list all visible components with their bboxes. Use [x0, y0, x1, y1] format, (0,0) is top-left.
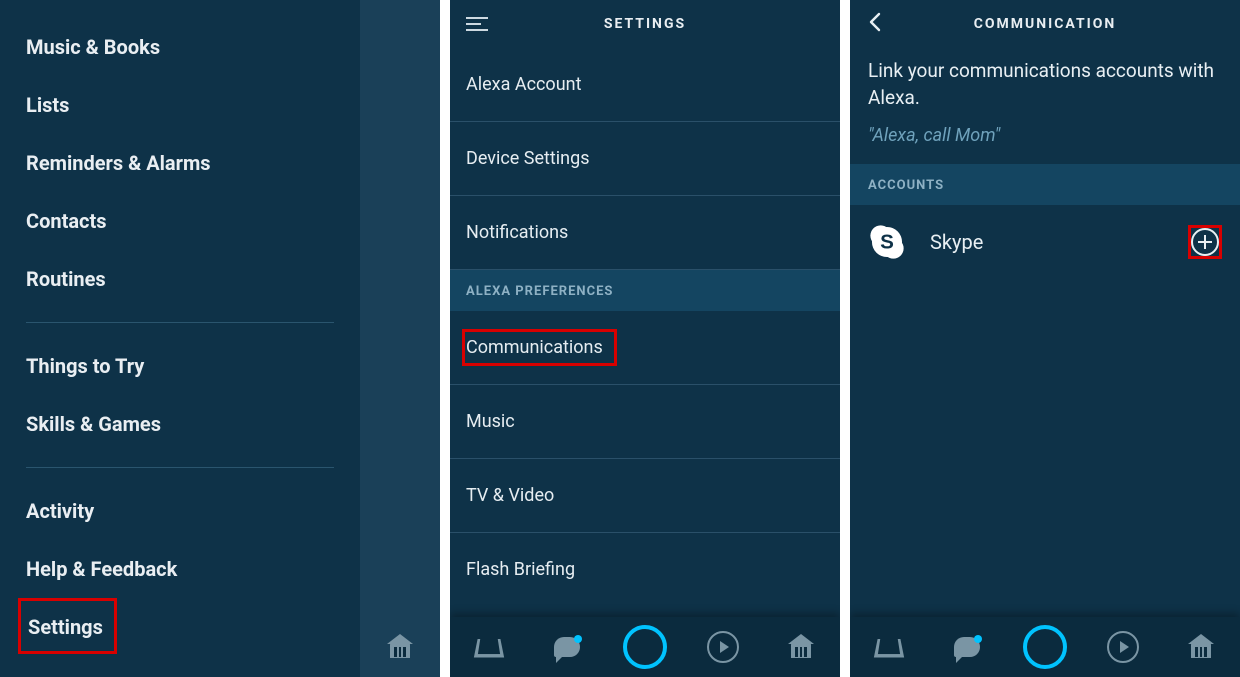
communication-header: COMMUNICATION	[850, 0, 1240, 48]
menu-divider	[26, 322, 334, 323]
tab-devices-icon[interactable]	[1176, 622, 1226, 672]
communication-intro: Link your communications accounts with A…	[850, 48, 1240, 115]
menu-things-to-try[interactable]: Things to Try	[0, 337, 360, 395]
menu-music-books[interactable]: Music & Books	[0, 18, 360, 76]
sidebar-main: Music & Books Lists Reminders & Alarms C…	[0, 0, 360, 677]
menu-settings[interactable]: Settings	[18, 598, 117, 654]
panel-communication: COMMUNICATION Link your communications a…	[850, 0, 1240, 677]
tab-play-icon[interactable]	[698, 622, 748, 672]
settings-header: SETTINGS	[450, 0, 840, 48]
account-name-label: Skype	[930, 230, 983, 254]
skype-icon: S	[868, 223, 906, 261]
settings-title: SETTINGS	[604, 16, 686, 32]
communication-example: "Alexa, call Mom"	[850, 115, 1240, 164]
bottom-tabbar	[850, 617, 1240, 677]
home-icon[interactable]	[387, 634, 413, 660]
tab-play-icon[interactable]	[1098, 622, 1148, 672]
row-notifications[interactable]: Notifications	[450, 196, 840, 270]
tab-chat-icon[interactable]	[542, 622, 592, 672]
tab-chat-icon[interactable]	[942, 622, 992, 672]
menu-skills-games[interactable]: Skills & Games	[0, 395, 360, 453]
communications-label: Communications	[462, 329, 617, 366]
bottom-tabbar	[450, 617, 840, 677]
tab-devices-icon[interactable]	[776, 622, 826, 672]
menu-contacts[interactable]: Contacts	[0, 192, 360, 250]
account-row-skype[interactable]: S Skype	[850, 205, 1240, 279]
panel-settings: SETTINGS Alexa Account Device Settings N…	[450, 0, 840, 677]
menu-routines[interactable]: Routines	[0, 250, 360, 308]
communication-title: COMMUNICATION	[974, 16, 1117, 32]
row-tv-video[interactable]: TV & Video	[450, 459, 840, 533]
hamburger-icon[interactable]	[466, 12, 490, 36]
menu-reminders-alarms[interactable]: Reminders & Alarms	[0, 134, 360, 192]
tab-home-icon[interactable]	[864, 622, 914, 672]
svg-text:S: S	[880, 231, 894, 254]
row-communications[interactable]: Communications	[450, 311, 840, 385]
tab-alexa-ring-icon[interactable]	[620, 622, 670, 672]
row-music[interactable]: Music	[450, 385, 840, 459]
section-alexa-preferences: ALEXA PREFERENCES	[450, 270, 840, 311]
plus-icon	[1191, 228, 1219, 256]
menu-help-feedback[interactable]: Help & Feedback	[0, 540, 360, 598]
row-device-settings[interactable]: Device Settings	[450, 122, 840, 196]
tab-home-icon[interactable]	[464, 622, 514, 672]
tab-alexa-ring-icon[interactable]	[1020, 622, 1070, 672]
back-chevron-icon[interactable]	[864, 10, 888, 34]
menu-lists[interactable]: Lists	[0, 76, 360, 134]
row-alexa-account[interactable]: Alexa Account	[450, 48, 840, 122]
menu-activity[interactable]: Activity	[0, 482, 360, 540]
add-account-button[interactable]	[1188, 225, 1222, 259]
row-flash-briefing[interactable]: Flash Briefing	[450, 533, 840, 606]
tabbar-partial	[360, 617, 440, 677]
menu-divider	[26, 467, 334, 468]
sidebar-dim-overlay	[360, 0, 440, 677]
section-accounts: ACCOUNTS	[850, 164, 1240, 205]
panel-sidebar-menu: Music & Books Lists Reminders & Alarms C…	[0, 0, 440, 677]
